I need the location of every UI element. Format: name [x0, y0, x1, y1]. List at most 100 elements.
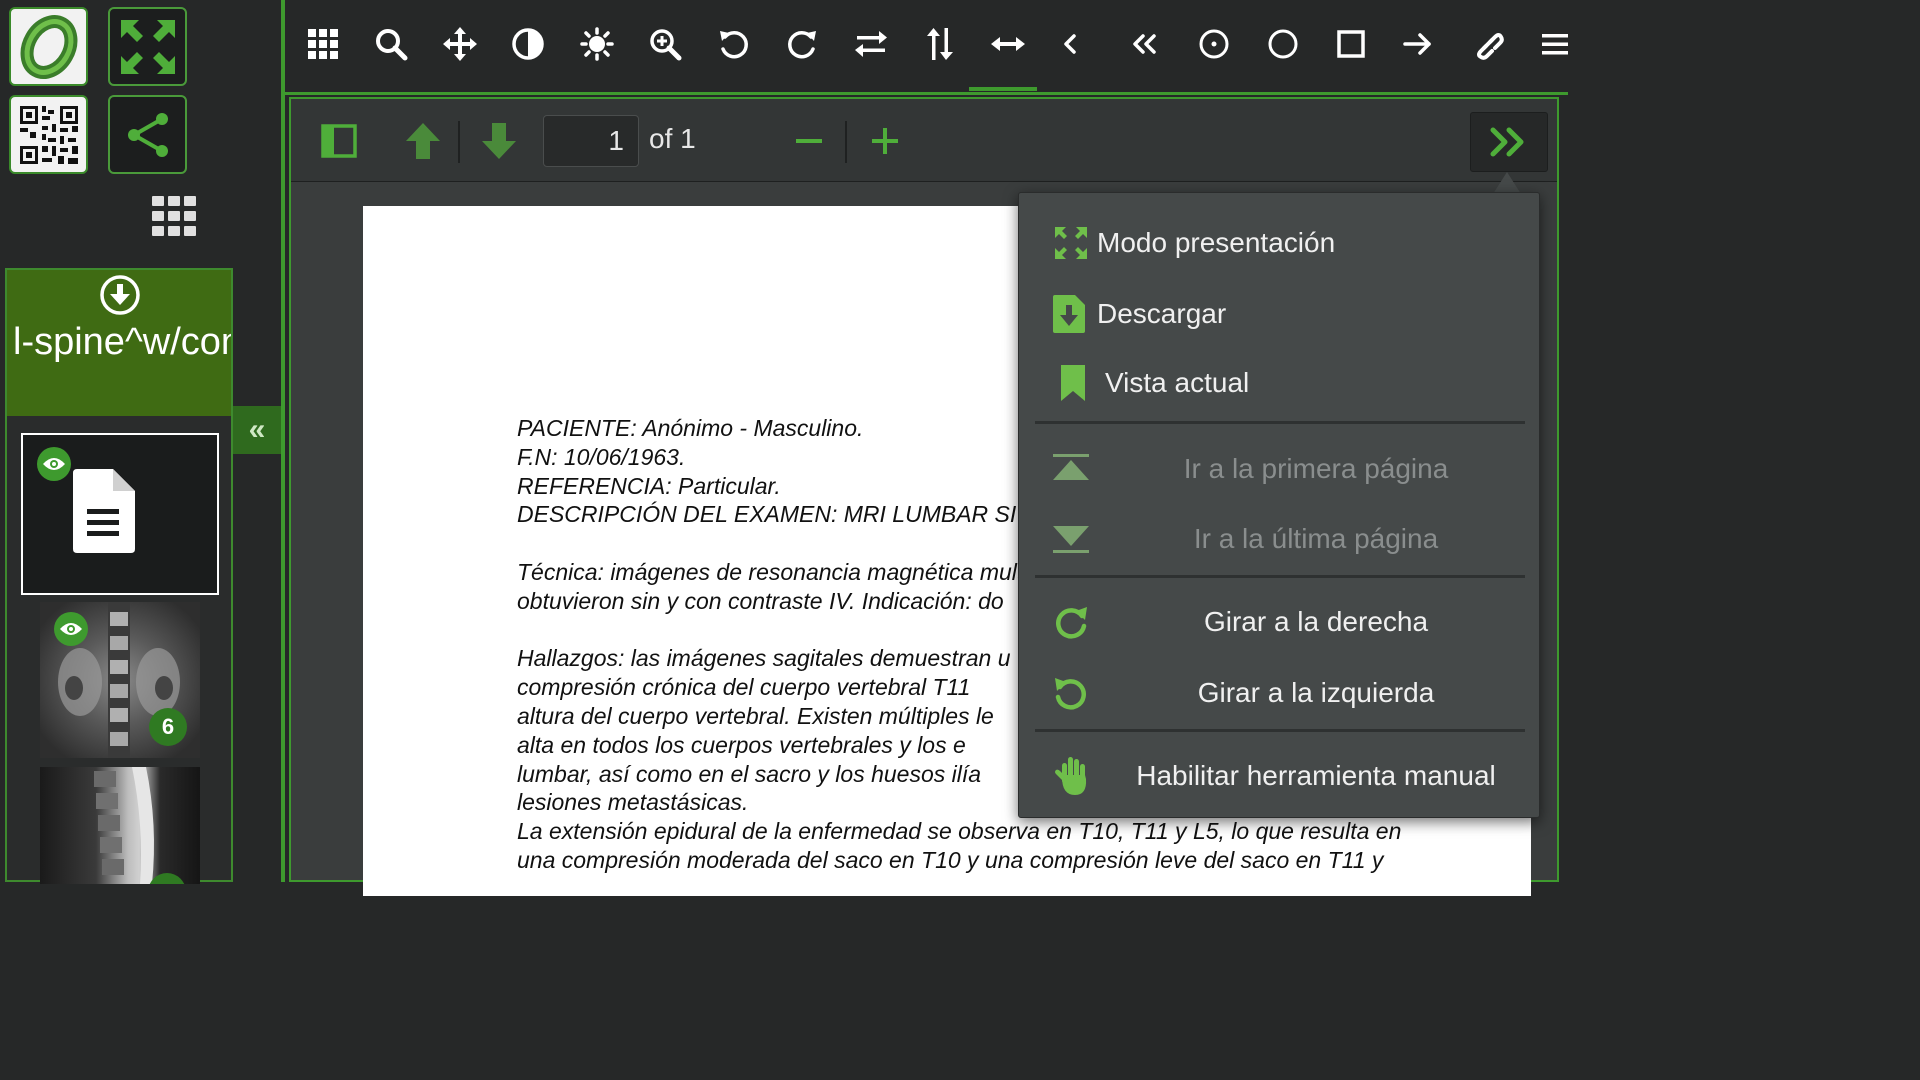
menu-item-download[interactable]: Descargar	[1035, 284, 1525, 344]
rotate-right-button[interactable]	[780, 22, 824, 66]
rotate-cw-icon	[788, 30, 816, 59]
link-icon	[1477, 33, 1504, 60]
bookmark-icon	[1035, 365, 1107, 401]
search-button[interactable]	[369, 22, 413, 66]
panel-divider	[281, 0, 285, 882]
flip-horizontal-button[interactable]	[849, 22, 893, 66]
flip-vertical-button[interactable]	[918, 22, 962, 66]
zoom-in-page-button[interactable]	[865, 121, 905, 161]
series-download-button[interactable]	[99, 274, 141, 321]
menu-item-rotate-right[interactable]: Girar a la derecha	[1035, 592, 1525, 652]
app-logo-button[interactable]	[9, 7, 88, 86]
apps-grid-icon	[308, 29, 338, 59]
rotate-cw-icon	[1035, 604, 1107, 640]
menu-item-last-page[interactable]: Ir a la última página	[1035, 509, 1525, 569]
minus-icon	[796, 139, 822, 143]
previous-page-button[interactable]	[401, 119, 445, 163]
rewind-button[interactable]	[1122, 22, 1166, 66]
ellipse-roi-button[interactable]	[1192, 22, 1236, 66]
swap-horizontal-icon	[855, 31, 887, 57]
arrow-right-icon	[1403, 33, 1431, 55]
rotate-left-button[interactable]	[712, 22, 756, 66]
main-toolbar	[285, 0, 1568, 92]
brightness-button[interactable]	[575, 22, 619, 66]
toolbar-divider	[285, 92, 1568, 95]
hamburger-menu-icon	[1542, 34, 1568, 55]
menu-separator	[1035, 421, 1525, 424]
menu-item-current-view[interactable]: Vista actual	[1035, 353, 1525, 413]
image-count-badge: 6	[149, 708, 187, 746]
menu-item-label: Vista actual	[1105, 367, 1250, 398]
eye-icon	[37, 447, 71, 481]
first-page-icon	[1035, 454, 1107, 484]
menu-item-label: Habilitar herramienta manual	[1136, 760, 1496, 791]
next-page-button[interactable]	[477, 119, 521, 163]
download-circle-icon	[100, 275, 140, 315]
arrows-horizontal-icon	[991, 37, 1025, 51]
menu-item-label: Girar a la izquierda	[1197, 677, 1435, 708]
arrow-down-icon	[482, 123, 516, 159]
collapse-panel-button[interactable]: «	[233, 406, 281, 454]
menu-separator	[1035, 575, 1525, 578]
expand-arrows-icon	[120, 19, 175, 74]
zoom-in-icon	[650, 29, 682, 61]
contrast-button[interactable]	[506, 22, 550, 66]
pdf-toolbar: 1 of 1	[291, 99, 1557, 182]
layout-grid-button[interactable]	[152, 196, 196, 241]
menu-item-first-page[interactable]: Ir a la primera página	[1035, 439, 1525, 499]
horizontal-measure-button[interactable]	[986, 22, 1030, 66]
thumbnail-mri-sagittal[interactable]	[40, 767, 200, 884]
menu-item-hand-tool[interactable]: Habilitar herramienta manual	[1035, 746, 1525, 806]
zoom-in-button[interactable]	[643, 22, 687, 66]
swap-vertical-icon	[927, 28, 953, 60]
circle-dot-icon	[1199, 29, 1229, 59]
qr-code-button[interactable]	[9, 95, 88, 174]
secondary-toolbar-menu: Modo presentación Descargar Vista actual…	[1018, 192, 1540, 818]
rectangle-roi-button[interactable]	[1329, 22, 1373, 66]
chevrons-left-icon: «	[248, 413, 266, 446]
grid-icon	[152, 196, 196, 236]
menu-item-label: Descargar	[1097, 298, 1227, 329]
series-header[interactable]: l-spine^w/cont	[7, 270, 231, 416]
contrast-icon	[512, 28, 544, 60]
page-number-input[interactable]: 1	[543, 115, 639, 167]
circle-roi-button[interactable]	[1261, 22, 1305, 66]
previous-button[interactable]	[1049, 22, 1093, 66]
thumbnail-mri-coronal[interactable]: 6	[40, 602, 200, 758]
double-chevron-right-icon	[1490, 127, 1524, 157]
move-icon	[443, 27, 477, 61]
fullscreen-button[interactable]	[108, 7, 187, 86]
secondary-toolbar-toggle[interactable]	[1470, 112, 1548, 172]
menu-pointer	[1493, 172, 1521, 194]
toolbar-separator	[845, 121, 847, 163]
rotate-ccw-icon	[1035, 675, 1107, 711]
circle-icon	[1268, 29, 1298, 59]
zoom-out-button[interactable]	[789, 121, 829, 161]
chevron-left-icon	[1064, 34, 1076, 54]
thumbnail-document[interactable]	[21, 433, 219, 595]
menu-separator	[1035, 729, 1525, 732]
brightness-icon	[580, 27, 614, 61]
series-label: l-spine^w/cont	[13, 321, 231, 363]
extension-line: una compresión moderada del saco en T10 …	[517, 846, 1384, 873]
active-tool-indicator	[969, 87, 1037, 91]
sidebar-toggle-button[interactable]	[319, 121, 359, 161]
menu-item-presentation-mode[interactable]: Modo presentación	[1035, 213, 1525, 273]
share-button[interactable]	[108, 95, 187, 174]
main-menu-button[interactable]	[1533, 22, 1577, 66]
search-icon	[376, 29, 408, 61]
arrow-up-icon	[406, 123, 440, 159]
menu-item-rotate-left[interactable]: Girar a la izquierda	[1035, 663, 1525, 723]
apps-grid-button[interactable]	[301, 22, 345, 66]
mri-image	[94, 767, 154, 884]
arrow-annotate-button[interactable]	[1396, 22, 1440, 66]
toolbar-separator	[458, 121, 460, 163]
left-panel: l-spine^w/cont 6 «	[0, 0, 285, 884]
qr-code-icon	[19, 105, 78, 164]
app-logo-icon	[20, 14, 77, 79]
link-button[interactable]	[1466, 22, 1510, 66]
page-count-label: of 1	[649, 123, 696, 154]
pan-button[interactable]	[438, 22, 482, 66]
hand-tool-icon	[1035, 755, 1107, 797]
eye-icon	[54, 612, 88, 646]
